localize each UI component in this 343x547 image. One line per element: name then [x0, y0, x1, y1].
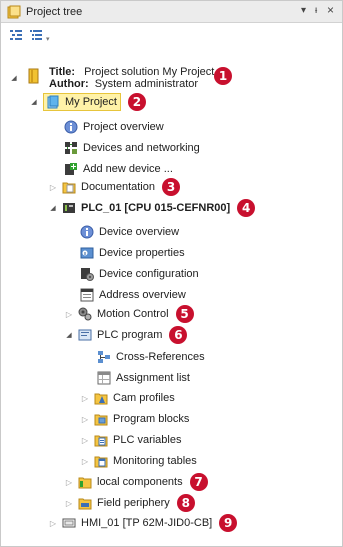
collapsed-arrow-icon[interactable]: ▷ — [80, 456, 90, 466]
selected-item-highlight[interactable]: My Project — [43, 93, 121, 111]
collapsed-arrow-icon[interactable]: ▷ — [64, 498, 74, 508]
expanded-arrow-icon[interactable]: ◢ — [29, 97, 39, 107]
project-tree-panel: Project tree ▾ ᵻ × ▾ ◢ Title: Project so… — [0, 0, 343, 547]
callout-badge: 5 — [175, 305, 194, 323]
cam-profiles-folder-icon — [94, 393, 108, 405]
tree-item-cam-profiles[interactable]: ▷ Cam profiles — [80, 389, 175, 407]
tree-item-label: Address overview — [99, 289, 186, 301]
tree-item-documentation[interactable]: ▷ Documentation 3 — [48, 178, 180, 196]
tree-item-monitoring-tables[interactable]: ▷ Monitoring tables — [80, 452, 197, 470]
plc-device-icon — [63, 203, 75, 213]
assignment-list-icon — [97, 371, 111, 385]
plc-variables-folder-icon — [94, 435, 108, 447]
collapsed-arrow-icon[interactable]: ▷ — [80, 393, 90, 403]
root-node[interactable]: ◢ — [9, 69, 23, 87]
tree-item-plc-program[interactable]: ◢ PLC program 6 — [64, 326, 188, 344]
program-blocks-folder-icon — [94, 414, 108, 426]
hmi-device-icon — [62, 518, 76, 528]
tree-item-project-overview[interactable]: Project overview — [64, 118, 164, 136]
tree-item-field-periphery[interactable]: ▷ Field periphery 8 — [64, 494, 195, 512]
field-periphery-folder-icon — [78, 498, 92, 510]
tree-item-program-blocks[interactable]: ▷ Program blocks — [80, 410, 189, 428]
tree-item-device-properties[interactable]: Device properties — [80, 244, 185, 262]
author-label: Author: — [49, 78, 89, 90]
collapsed-arrow-icon[interactable]: ▷ — [80, 414, 90, 424]
expanded-arrow-icon[interactable]: ◢ — [9, 73, 19, 83]
callout-badge: 9 — [219, 514, 238, 532]
project-icon — [47, 95, 59, 109]
tree-item-device-configuration[interactable]: Device configuration — [80, 265, 199, 283]
configuration-icon — [81, 268, 94, 281]
tree-item-add-device[interactable]: Add new device ... — [64, 160, 173, 178]
info-icon — [80, 225, 94, 239]
callout-badge: 3 — [162, 178, 180, 196]
tree-item-label: Project overview — [83, 121, 164, 133]
tree-item-local-components[interactable]: ▷ local components 7 — [64, 473, 208, 491]
properties-icon — [80, 247, 94, 259]
tree-item-hmi[interactable]: ▷ HMI_01 [TP 62M-JID0-CB] 9 — [48, 514, 238, 532]
title-label: Title: — [49, 66, 76, 78]
callout-badge: 1 — [214, 67, 232, 85]
tree-item-label: Documentation — [81, 181, 155, 193]
documentation-folder-icon — [62, 182, 76, 194]
tree-item-device-overview[interactable]: Device overview — [80, 223, 179, 241]
tree-item-devices-networking[interactable]: Devices and networking — [64, 139, 200, 157]
tree-item-label: Cross-References — [116, 351, 205, 363]
tree-item-label: Device overview — [99, 226, 180, 238]
collapsed-arrow-icon[interactable]: ▷ — [48, 182, 58, 192]
tree-item-label: HMI_01 [TP 62M-JID0-CB] — [81, 517, 213, 529]
motion-control-icon — [78, 307, 92, 321]
tree-item-my-project[interactable]: ◢ My Project 2 — [29, 93, 146, 111]
root-author-line: Author: System administrator — [49, 78, 198, 90]
expanded-arrow-icon[interactable]: ◢ — [64, 330, 74, 340]
cross-reference-icon — [98, 351, 110, 363]
root-title-line: Title: Project solution My Project — [49, 66, 214, 78]
tree-item-label: Cam profiles — [113, 392, 175, 404]
tree-item-label: local components — [97, 476, 183, 488]
collapsed-arrow-icon[interactable]: ▷ — [64, 477, 74, 487]
plc-program-icon — [78, 329, 92, 341]
tree-item-plc-variables[interactable]: ▷ PLC variables — [80, 431, 181, 449]
title-value: Project solution My Project — [84, 66, 215, 78]
monitoring-tables-folder-icon — [94, 456, 108, 468]
tree-item-label: PLC program — [97, 329, 163, 341]
collapsed-arrow-icon[interactable]: ▷ — [48, 518, 58, 528]
add-device-icon — [65, 163, 77, 175]
project-tree: ◢ Title: Project solution My Project Aut… — [1, 1, 342, 546]
book-icon — [28, 68, 39, 84]
network-icon — [65, 142, 77, 154]
tree-item-label: Motion Control — [97, 308, 169, 320]
tree-item-label: Monitoring tables — [113, 455, 197, 467]
collapsed-arrow-icon[interactable]: ▷ — [80, 435, 90, 445]
tree-item-label: Device configuration — [99, 268, 199, 280]
info-icon — [64, 120, 78, 134]
collapsed-arrow-icon[interactable]: ▷ — [64, 309, 74, 319]
callout-badge: 2 — [127, 93, 146, 111]
callout-badge: 8 — [176, 494, 195, 512]
tree-item-label: Field periphery — [97, 497, 170, 509]
expanded-arrow-icon[interactable]: ◢ — [48, 203, 58, 213]
callout-badge: 4 — [237, 199, 256, 217]
local-components-folder-icon — [78, 477, 92, 489]
address-table-icon — [80, 288, 94, 302]
tree-item-label: Device properties — [99, 247, 185, 259]
tree-item-label: PLC variables — [113, 434, 182, 446]
tree-item-label: PLC_01 [CPU 015-CEFNR00] — [81, 202, 231, 214]
author-value: System administrator — [94, 78, 199, 90]
tree-item-motion-control[interactable]: ▷ Motion Control 5 — [64, 305, 194, 323]
tree-item-label: My Project — [65, 96, 117, 108]
tree-item-address-overview[interactable]: Address overview — [80, 286, 186, 304]
tree-item-label: Add new device ... — [83, 163, 173, 175]
callout-badge: 6 — [169, 326, 188, 344]
callout-badge: 7 — [189, 473, 208, 491]
tree-item-label: Devices and networking — [83, 142, 200, 154]
tree-item-label: Program blocks — [113, 413, 190, 425]
tree-item-assignment-list[interactable]: Assignment list — [97, 369, 190, 387]
tree-item-plc[interactable]: ◢ PLC_01 [CPU 015-CEFNR00] 4 — [48, 199, 256, 217]
tree-item-cross-references[interactable]: Cross-References — [97, 348, 205, 366]
tree-item-label: Assignment list — [116, 372, 190, 384]
